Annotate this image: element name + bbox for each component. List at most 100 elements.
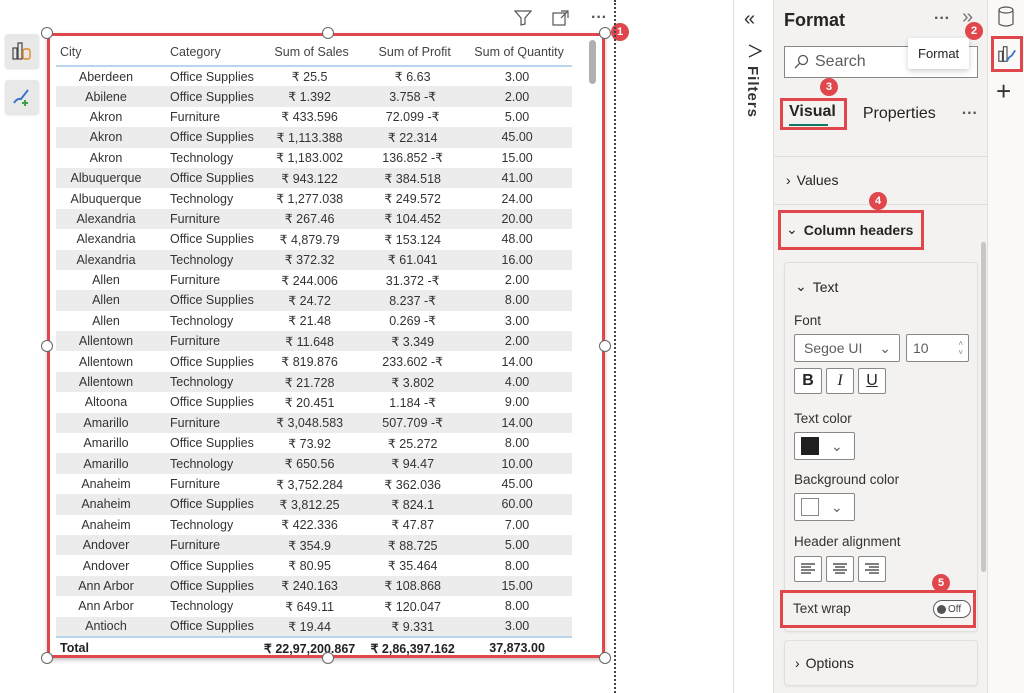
table-row[interactable]: Amarillo Technology ₹ 650.56 ₹ 94.47 10.00: [56, 453, 572, 474]
table-row[interactable]: Allentown Technology ₹ 21.728 ₹ 3.802 4.00: [56, 371, 572, 393]
table-row[interactable]: Alexandria Technology ₹ 372.32 ₹ 61.041 16.0…: [56, 249, 572, 270]
table-row[interactable]: Anaheim Technology ₹ 422.336 ₹ 47.87 7.00: [56, 515, 572, 535]
cell-category: Furniture: [156, 208, 256, 230]
filters-pane-label[interactable]: Filters: [744, 66, 761, 118]
cell-city: Allentown: [56, 331, 156, 352]
cell-city: Akron: [89, 150, 123, 165]
text-color-picker[interactable]: ⌄: [794, 432, 855, 460]
table-row[interactable]: Amarillo Furniture ₹ 3,048.583 507.709 -₹ 14…: [56, 412, 572, 434]
column-header-sales[interactable]: Sum of Sales: [256, 38, 364, 67]
table-row[interactable]: Alexandria Furniture ₹ 267.46 ₹ 104.452 20.0…: [56, 208, 572, 230]
cell-quantity: 8.00: [462, 290, 572, 311]
cell-category: Technology: [156, 371, 256, 393]
data-pane-icon[interactable]: [997, 6, 1015, 28]
resize-handle-top-right[interactable]: [599, 27, 611, 39]
column-headers-section-toggle[interactable]: ⌄ Column headers: [786, 221, 913, 238]
total-category-blank: [156, 635, 256, 659]
table-row[interactable]: Anaheim Furniture ₹ 3,752.284 ₹ 362.036 45.0…: [56, 474, 572, 494]
table-row[interactable]: Akron Technology ₹ 1,183.002 136.852 -₹ 15.0…: [56, 148, 572, 168]
table-row[interactable]: Aberdeen Office Supplies ₹ 25.5 ₹ 6.63 3.00: [56, 66, 572, 86]
cell-profit: ₹ 3.802: [363, 371, 463, 393]
cell-city: Albuquerque: [56, 167, 156, 189]
resize-handle-top[interactable]: [322, 27, 334, 39]
collapse-filters-icon[interactable]: «: [744, 8, 755, 31]
table-row[interactable]: Allentown Furniture ₹ 11.648 ₹ 3.349 2.00: [56, 331, 572, 352]
visual-header: ···: [512, 8, 610, 28]
cell-sales: ₹ 1,277.038: [276, 192, 344, 207]
cell-sales: ₹ 240.163: [256, 575, 364, 597]
table-row[interactable]: Andover Office Supplies ₹ 80.95 ₹ 35.464 8.0…: [56, 555, 572, 575]
cell-sales: ₹ 943.122: [256, 167, 364, 189]
tab-visual[interactable]: Visual: [789, 103, 836, 120]
cell-sales: ₹ 21.48: [288, 314, 331, 329]
format-more-options-icon[interactable]: ···: [934, 10, 950, 28]
column-header-quantity[interactable]: Sum of Quantity: [462, 38, 572, 67]
values-section-toggle[interactable]: › Values: [786, 172, 838, 188]
format-visual-button[interactable]: [5, 80, 39, 114]
table-row[interactable]: Allen Office Supplies ₹ 24.72 8.237 -₹ 8.00: [56, 290, 572, 311]
table-row[interactable]: Abilene Office Supplies ₹ 1.392 3.758 -₹ 2.0…: [56, 86, 572, 107]
table-row[interactable]: Akron Office Supplies ₹ 1,113.388 ₹ 22.314 4…: [56, 127, 572, 148]
italic-button[interactable]: I: [826, 368, 854, 394]
cell-category: Office Supplies: [170, 395, 254, 410]
more-options-icon[interactable]: ···: [588, 8, 610, 28]
resize-handle-bottom-right[interactable]: [599, 652, 611, 664]
background-color-picker[interactable]: ⌄: [794, 493, 855, 521]
cell-category: Office Supplies: [156, 86, 256, 107]
underline-button[interactable]: U: [858, 368, 886, 394]
focus-mode-icon[interactable]: [550, 8, 572, 28]
table-row[interactable]: Allen Technology ₹ 21.48 0.269 -₹ 3.00: [56, 311, 572, 331]
font-family-dropdown[interactable]: Segoe UI ⌄: [794, 334, 900, 362]
table-row[interactable]: Alexandria Office Supplies ₹ 4,879.79 ₹ 153…: [56, 229, 572, 249]
resize-handle-right[interactable]: [599, 340, 611, 352]
table-row[interactable]: Altoona Office Supplies ₹ 20.451 1.184 -₹ 9.…: [56, 392, 572, 412]
cell-profit: 0.269 -₹: [389, 314, 437, 329]
format-tooltip: Format: [908, 38, 970, 69]
table-row[interactable]: Antioch Office Supplies ₹ 19.44 ₹ 9.331 3.00: [56, 616, 572, 637]
column-header-profit[interactable]: Sum of Profit: [363, 38, 463, 67]
cell-sales: ₹ 1,113.388: [256, 127, 364, 148]
text-wrap-toggle[interactable]: Off: [933, 600, 971, 618]
build-visual-button[interactable]: [5, 34, 39, 68]
text-section-toggle[interactable]: ⌄ Text: [795, 278, 838, 295]
cell-quantity: 15.00: [462, 575, 572, 597]
table-scrollbar[interactable]: [589, 40, 596, 84]
align-left-button[interactable]: [794, 556, 822, 582]
table-row[interactable]: Ann Arbor Technology ₹ 649.11 ₹ 120.047 8.00: [56, 596, 572, 616]
table-row[interactable]: Allentown Office Supplies ₹ 819.876 233.602…: [56, 351, 572, 371]
cell-quantity: 8.00: [504, 558, 530, 573]
format-pane-button[interactable]: [991, 36, 1023, 72]
resize-handle-bottom-left[interactable]: [41, 652, 53, 664]
table-visual[interactable]: City Category Sum of Sales Sum of Profit…: [41, 27, 611, 664]
cell-quantity: 15.00: [501, 150, 533, 165]
cell-sales: ₹ 11.648: [256, 331, 364, 352]
resize-handle-left[interactable]: [41, 340, 53, 352]
column-header-city[interactable]: City: [56, 38, 156, 67]
align-right-button[interactable]: [858, 556, 886, 582]
resize-handle-bottom[interactable]: [322, 652, 334, 664]
table-row[interactable]: Amarillo Office Supplies ₹ 73.92 ₹ 25.272 8.…: [56, 433, 572, 453]
table-row[interactable]: Albuquerque Technology ₹ 1,277.038 ₹ 249.57…: [56, 188, 572, 208]
cell-category: Office Supplies: [156, 575, 256, 597]
bold-button[interactable]: B: [794, 368, 822, 394]
options-section-toggle[interactable]: › Options: [795, 655, 854, 671]
table-row[interactable]: Ann Arbor Office Supplies ₹ 240.163 ₹ 108.8…: [56, 575, 572, 597]
table-row[interactable]: Akron Furniture ₹ 433.596 72.099 -₹ 5.00: [56, 107, 572, 127]
stepper-arrows-icon[interactable]: ˄ ˅: [958, 339, 963, 357]
build-visual-icon: [12, 42, 31, 60]
table-row[interactable]: Andover Furniture ₹ 354.9 ₹ 88.725 5.00: [56, 534, 572, 556]
table-row[interactable]: Allen Furniture ₹ 244.006 31.372 -₹ 2.00: [56, 270, 572, 290]
tabs-more-icon[interactable]: ···: [962, 105, 978, 123]
cell-profit: ₹ 9.331: [363, 616, 463, 637]
add-pane-icon[interactable]: +: [996, 78, 1011, 104]
tab-properties[interactable]: Properties: [863, 105, 936, 123]
resize-handle-top-left[interactable]: [41, 27, 53, 39]
format-pane-scrollbar[interactable]: [981, 242, 986, 572]
table-row[interactable]: Anaheim Office Supplies ₹ 3,812.25 ₹ 824.1 6…: [56, 494, 572, 515]
filter-icon[interactable]: [512, 8, 534, 28]
align-center-button[interactable]: [826, 556, 854, 582]
filters-pane: « Filters: [733, 0, 773, 693]
font-size-stepper[interactable]: 10 ˄ ˅: [906, 334, 969, 362]
column-header-category[interactable]: Category: [156, 38, 256, 67]
table-row[interactable]: Albuquerque Office Supplies ₹ 943.122 ₹ 384…: [56, 167, 572, 189]
